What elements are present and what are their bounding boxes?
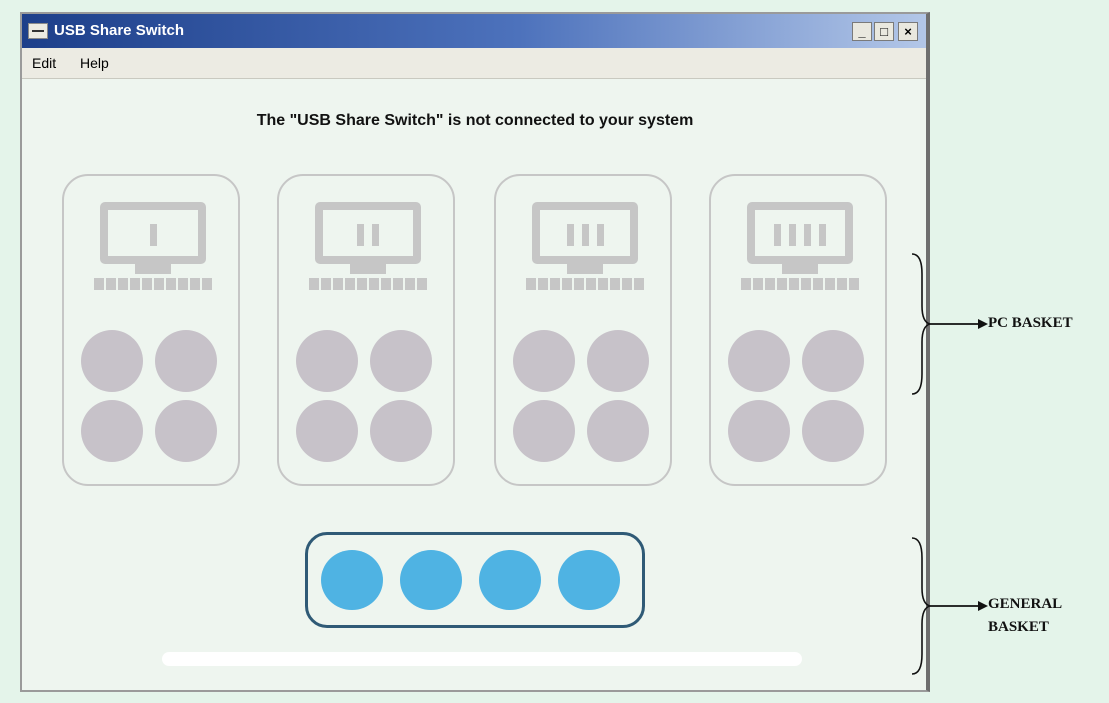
pc-number-indicator: [540, 224, 630, 246]
pc-number-bar: [357, 224, 364, 246]
close-button[interactable]: ×: [898, 22, 918, 41]
menu-bar: Edit Help: [22, 48, 926, 79]
general-basket[interactable]: [305, 532, 645, 628]
general-basket-brace: [911, 537, 931, 675]
pc-basket-1[interactable]: [62, 174, 240, 486]
usb-port-slot[interactable]: [155, 400, 217, 462]
pc-3-ports: [513, 330, 653, 462]
pc-number-bar: [819, 224, 826, 246]
pc-number-indicator: [755, 224, 845, 246]
usb-port-slot[interactable]: [587, 330, 649, 392]
pc-basket-arrow-head: [978, 319, 988, 329]
pc-number-bar: [789, 224, 796, 246]
usb-port-slot[interactable]: [296, 400, 358, 462]
pc-number-bar: [804, 224, 811, 246]
keyboard: [309, 278, 427, 290]
keyboard: [526, 278, 644, 290]
keyboard: [94, 278, 212, 290]
pc-basket-3[interactable]: [494, 174, 672, 486]
monitor-stand: [567, 264, 603, 274]
usb-port-slot[interactable]: [370, 330, 432, 392]
pc-4-ports: [728, 330, 868, 462]
usb-port-slot[interactable]: [81, 400, 143, 462]
usb-port-slot[interactable]: [513, 330, 575, 392]
usb-port-slot[interactable]: [513, 400, 575, 462]
pc-number-bar: [372, 224, 379, 246]
usb-port-slot[interactable]: [81, 330, 143, 392]
pc-2-ports: [296, 330, 436, 462]
pc-basket-4[interactable]: [709, 174, 887, 486]
general-basket-ports: [321, 550, 620, 610]
system-menu-icon[interactable]: [28, 23, 48, 39]
usb-port-slot[interactable]: [370, 400, 432, 462]
usb-port-slot[interactable]: [155, 330, 217, 392]
general-basket-label-line1: GENERAL: [988, 596, 1063, 612]
general-usb-port-3[interactable]: [479, 550, 541, 610]
pc-4-monitor-icon: [741, 202, 859, 294]
pc-number-indicator: [108, 224, 198, 246]
pc-number-bar: [774, 224, 781, 246]
monitor-screen: [747, 202, 853, 264]
monitor-screen: [100, 202, 206, 264]
annotation-braces: [911, 253, 988, 675]
minimize-button[interactable]: _: [852, 22, 872, 41]
keyboard: [741, 278, 859, 290]
monitor-stand: [350, 264, 386, 274]
monitor-screen: [315, 202, 421, 264]
general-usb-port-1[interactable]: [321, 550, 383, 610]
usb-port-slot[interactable]: [728, 330, 790, 392]
general-usb-port-2[interactable]: [400, 550, 462, 610]
usb-port-slot[interactable]: [296, 330, 358, 392]
pc-1-monitor-icon: [94, 202, 212, 294]
usb-port-slot[interactable]: [802, 330, 864, 392]
app-window: USB Share Switch _ □ × Edit Help The "US…: [20, 12, 930, 692]
menu-help[interactable]: Help: [80, 55, 109, 71]
pc-2-monitor-icon: [309, 202, 427, 294]
pc-3-monitor-icon: [526, 202, 644, 294]
monitor-screen: [532, 202, 638, 264]
pc-1-ports: [81, 330, 221, 462]
title-bar[interactable]: USB Share Switch _ □ ×: [22, 14, 926, 48]
usb-port-slot[interactable]: [728, 400, 790, 462]
window-title: USB Share Switch: [54, 22, 185, 39]
pc-number-bar: [149, 224, 157, 246]
pc-number-bar: [596, 224, 604, 246]
monitor-stand: [782, 264, 818, 274]
connection-status-message: The "USB Share Switch" is not connected …: [256, 112, 694, 129]
pc-number-bar: [581, 224, 589, 246]
general-basket-label-line2: BASKET: [988, 619, 1049, 635]
general-basket-arrow-head: [978, 601, 988, 611]
pc-basket-label: PC BASKET: [988, 315, 1073, 331]
pc-number-bar: [566, 224, 574, 246]
pc-basket-2[interactable]: [277, 174, 455, 486]
usb-port-slot[interactable]: [802, 400, 864, 462]
menu-edit[interactable]: Edit: [32, 55, 56, 71]
general-usb-port-4[interactable]: [558, 550, 620, 610]
maximize-button[interactable]: □: [874, 22, 894, 41]
blurred-region: [162, 652, 802, 666]
usb-port-slot[interactable]: [587, 400, 649, 462]
pc-basket-brace: [911, 253, 931, 395]
pc-number-indicator: [323, 224, 413, 246]
monitor-stand: [135, 264, 171, 274]
